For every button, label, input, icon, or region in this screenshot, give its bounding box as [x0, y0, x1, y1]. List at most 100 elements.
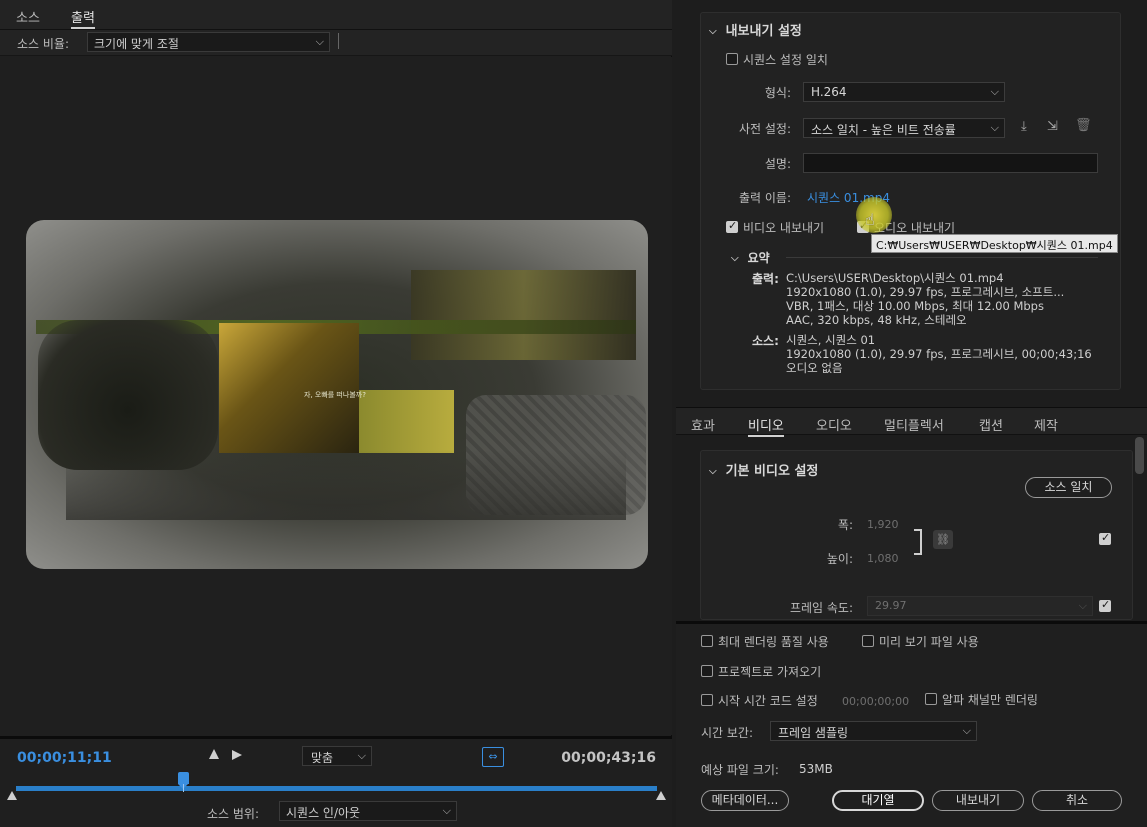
tab-video[interactable]: 비디오 — [748, 415, 784, 437]
use-preview-files-label: 미리 보기 파일 사용 — [879, 635, 979, 649]
export-footer: 최대 렌더링 품질 사용 미리 보기 파일 사용 프로젝트로 가져오기 시작 시… — [676, 621, 1147, 827]
set-start-timecode-label: 시작 시간 코드 설정 — [718, 694, 818, 708]
format-select[interactable]: H.264 ⌵ — [803, 82, 1005, 102]
preview-tabs: 소스 출력 — [0, 0, 672, 30]
frame-rate-label: 프레임 속도: — [789, 601, 853, 615]
summary-header[interactable]: ⌵ 요약 — [731, 249, 770, 266]
source-scale-select[interactable]: 크기에 맞게 조절 ⌵ — [87, 32, 330, 52]
export-button[interactable]: 내보내기 — [932, 790, 1024, 811]
playhead-line — [182, 784, 184, 792]
source-output-panel: 소스 출력 소스 비율: 크기에 맞게 조절 ⌵ 자, 오빠를 떠나볼까? 00… — [0, 0, 672, 827]
comment-input[interactable] — [803, 153, 1098, 173]
zoom-fit-select[interactable]: 맞춤 ⌵ — [302, 746, 372, 766]
playhead-handle[interactable] — [177, 772, 189, 789]
video-region — [38, 320, 218, 470]
set-start-timecode-checkbox[interactable] — [701, 694, 713, 706]
video-region — [359, 390, 454, 453]
tab-effects[interactable]: 효과 — [691, 415, 715, 434]
save-preset-icon[interactable]: ⤓ — [1021, 119, 1027, 134]
playback-controls: 00;00;11;11 맞춤 ⌵ ⇔ 00;00;43;16 소스 범위: 시퀀… — [0, 736, 672, 827]
mark-out-icon[interactable] — [232, 750, 242, 760]
start-timecode-value[interactable]: 00;00;00;00 — [842, 695, 909, 708]
render-alpha-only-checkbox[interactable] — [925, 693, 937, 705]
source-scale-label: 소스 비율: — [17, 37, 70, 51]
chevron-down-icon: ⌵ — [962, 724, 971, 737]
delete-preset-icon[interactable]: 🗑 — [1075, 118, 1092, 133]
metadata-button[interactable]: 메타데이터... — [701, 790, 789, 811]
set-work-area-icon[interactable]: ⇔ — [482, 747, 504, 767]
timeline-track[interactable] — [16, 786, 657, 791]
export-video-label: 비디오 내보내기 — [743, 221, 825, 235]
cancel-button[interactable]: 취소 — [1032, 790, 1122, 811]
match-sequence-label: 시퀀스 설정 일치 — [743, 53, 828, 67]
out-point-handle[interactable] — [656, 791, 666, 800]
frame-rate-select[interactable]: 29.97 ⌵ — [867, 596, 1093, 616]
export-settings-panel: ⌵ 내보내기 설정 시퀀스 설정 일치 형식: H.264 ⌵ 사전 설정: 소스… — [676, 0, 1147, 827]
duration-timecode: 00;00;43;16 — [561, 750, 656, 766]
chevron-down-icon: ⌵ — [315, 35, 324, 48]
video-region — [219, 323, 359, 453]
chevron-down-icon: ⌵ — [1078, 599, 1087, 612]
settings-tabs: 효과 비디오 오디오 멀티플렉서 캡션 제작 — [676, 407, 1147, 437]
preset-select[interactable]: 소스 일치 - 높은 비트 전송률 ⌵ — [803, 118, 1005, 138]
source-range-select[interactable]: 시퀀스 인/아웃 ⌵ — [279, 801, 457, 821]
match-sequence-checkbox[interactable] — [726, 53, 738, 65]
tab-publish[interactable]: 제작 — [1034, 415, 1058, 434]
chevron-down-icon: ⌵ — [709, 466, 717, 477]
format-label: 형식: — [764, 86, 791, 100]
time-interpolation-label: 시간 보간: — [701, 726, 754, 740]
export-settings-title: 내보내기 설정 — [725, 24, 802, 39]
source-range-label: 소스 범위: — [207, 807, 260, 821]
preset-label: 사전 설정: — [738, 122, 791, 136]
in-point-handle[interactable] — [7, 791, 17, 800]
height-value[interactable]: 1,080 — [867, 552, 899, 565]
video-region — [66, 450, 626, 520]
preset-value: 소스 일치 - 높은 비트 전송률 — [811, 123, 956, 137]
source-scale-bar: 소스 비율: 크기에 맞게 조절 ⌵ — [0, 30, 672, 56]
chevron-down-icon: ⌵ — [442, 804, 451, 817]
chevron-down-icon: ⌵ — [731, 253, 739, 264]
max-render-quality-checkbox[interactable] — [701, 635, 713, 647]
tab-audio[interactable]: 오디오 — [816, 415, 852, 434]
comment-label: 설명: — [764, 157, 791, 171]
max-render-quality-label: 최대 렌더링 품질 사용 — [718, 635, 829, 649]
queue-button[interactable]: 대기열 — [832, 790, 924, 811]
video-subtitle: 자, 오빠를 떠나볼까? — [304, 391, 366, 399]
link-icon[interactable]: ⛓ — [933, 530, 953, 549]
estimated-size-label: 예상 파일 크기: — [701, 763, 779, 777]
tab-multiplexer[interactable]: 멀티플렉서 — [884, 415, 944, 434]
basic-video-settings-title: 기본 비디오 설정 — [725, 464, 819, 479]
tab-output[interactable]: 출력 — [71, 7, 95, 29]
source-scale-value: 크기에 맞게 조절 — [94, 37, 179, 51]
width-value[interactable]: 1,920 — [867, 518, 899, 531]
import-into-project-checkbox[interactable] — [701, 665, 713, 677]
width-label: 폭: — [837, 518, 853, 532]
output-path-tooltip: C:₩Users₩USER₩Desktop₩시퀀스 01.mp4 — [871, 234, 1118, 253]
match-frame-rate-checkbox[interactable] — [1099, 598, 1111, 612]
export-settings-header[interactable]: ⌵ 내보내기 설정 — [709, 20, 802, 39]
time-interpolation-select[interactable]: 프레임 샘플링 ⌵ — [770, 721, 977, 741]
tab-source[interactable]: 소스 — [16, 7, 40, 26]
summary-output-key: 출력: — [752, 272, 779, 286]
frame-rate-value: 29.97 — [875, 599, 907, 612]
hand-cursor-icon: ☝ — [865, 210, 875, 229]
use-preview-files-checkbox[interactable] — [862, 635, 874, 647]
match-source-button[interactable]: 소스 일치 — [1025, 477, 1112, 498]
settings-scrollbar[interactable] — [1135, 437, 1144, 474]
export-video-checkbox[interactable] — [726, 219, 738, 233]
height-label: 높이: — [826, 552, 853, 566]
current-timecode[interactable]: 00;00;11;11 — [17, 750, 112, 766]
video-region — [411, 270, 636, 360]
import-preset-icon[interactable]: ⇲ — [1047, 119, 1058, 134]
mark-in-icon[interactable] — [209, 749, 219, 759]
tab-captions[interactable]: 캡션 — [979, 415, 1003, 434]
output-name-label: 출력 이름: — [738, 191, 791, 205]
summary-title: 요약 — [747, 251, 770, 265]
export-settings-section: ⌵ 내보내기 설정 시퀀스 설정 일치 형식: H.264 ⌵ 사전 설정: 소스… — [700, 12, 1121, 390]
render-alpha-only-label: 알파 채널만 렌더링 — [942, 693, 1038, 707]
import-into-project-label: 프로젝트로 가져오기 — [718, 665, 822, 679]
chevron-down-icon: ⌵ — [709, 26, 717, 37]
basic-video-settings-header[interactable]: ⌵ 기본 비디오 설정 — [709, 460, 818, 479]
match-size-checkbox[interactable] — [1099, 531, 1111, 545]
summary-source-key: 소스: — [752, 334, 779, 348]
